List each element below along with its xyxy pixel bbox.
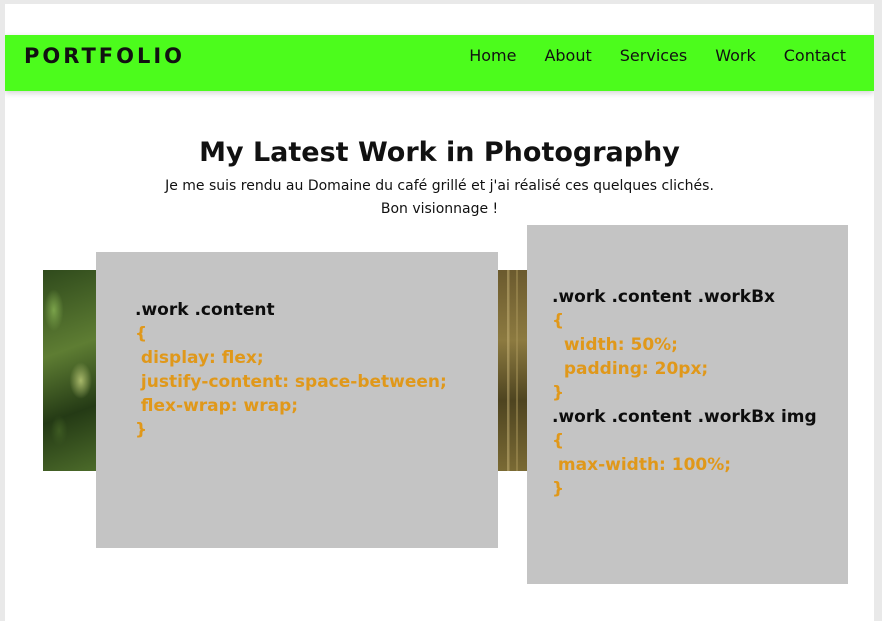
photo-bamboo xyxy=(498,270,528,471)
nav-link-about[interactable]: About xyxy=(544,46,591,66)
code-declaration-line: width: 50%; xyxy=(552,335,678,355)
code-selector-line: .work .content xyxy=(135,300,275,320)
code-declaration-line: } xyxy=(552,383,565,403)
code-declaration-line: max-width: 100%; xyxy=(552,455,732,475)
code-declaration-line: { xyxy=(552,431,565,451)
code-declaration-line: justify-content: space-between; xyxy=(135,372,447,392)
section-description-line2: Bon visionnage ! xyxy=(380,201,499,217)
code-declaration-line: } xyxy=(552,479,565,499)
top-navbar: PORTFOLIO Home About Services Work Conta… xyxy=(5,35,874,91)
code-block-content: .work .content { display: flex; justify-c… xyxy=(135,298,447,442)
nav-link-contact[interactable]: Contact xyxy=(784,46,846,66)
code-declaration-line: { xyxy=(135,324,148,344)
code-block-workbx: .work .content .workBx { width: 50%; padd… xyxy=(552,285,817,501)
work-heading: My Latest Work in Photography Je me suis… xyxy=(5,136,874,221)
section-title: My Latest Work in Photography xyxy=(199,137,680,168)
logo[interactable]: PORTFOLIO xyxy=(24,44,185,68)
code-declaration-line: display: flex; xyxy=(135,348,264,368)
code-declaration-line: } xyxy=(135,420,148,440)
code-declaration-line: flex-wrap: wrap; xyxy=(135,396,299,416)
nav-link-work[interactable]: Work xyxy=(715,46,756,66)
code-card-content: .work .content { display: flex; justify-c… xyxy=(96,252,498,548)
code-selector-line: .work .content .workBx img xyxy=(552,407,817,427)
code-card-workbx: .work .content .workBx { width: 50%; padd… xyxy=(527,225,848,584)
code-declaration-line: padding: 20px; xyxy=(552,359,709,379)
nav-link-services[interactable]: Services xyxy=(620,46,687,66)
photo-foliage xyxy=(43,270,97,471)
nav-link-home[interactable]: Home xyxy=(469,46,516,66)
nav-menu: Home About Services Work Contact xyxy=(441,46,846,66)
section-description: Je me suis rendu au Domaine du café gril… xyxy=(165,178,714,194)
page: PORTFOLIO Home About Services Work Conta… xyxy=(5,4,874,621)
code-selector-line: .work .content .workBx xyxy=(552,287,776,307)
code-declaration-line: { xyxy=(552,311,565,331)
